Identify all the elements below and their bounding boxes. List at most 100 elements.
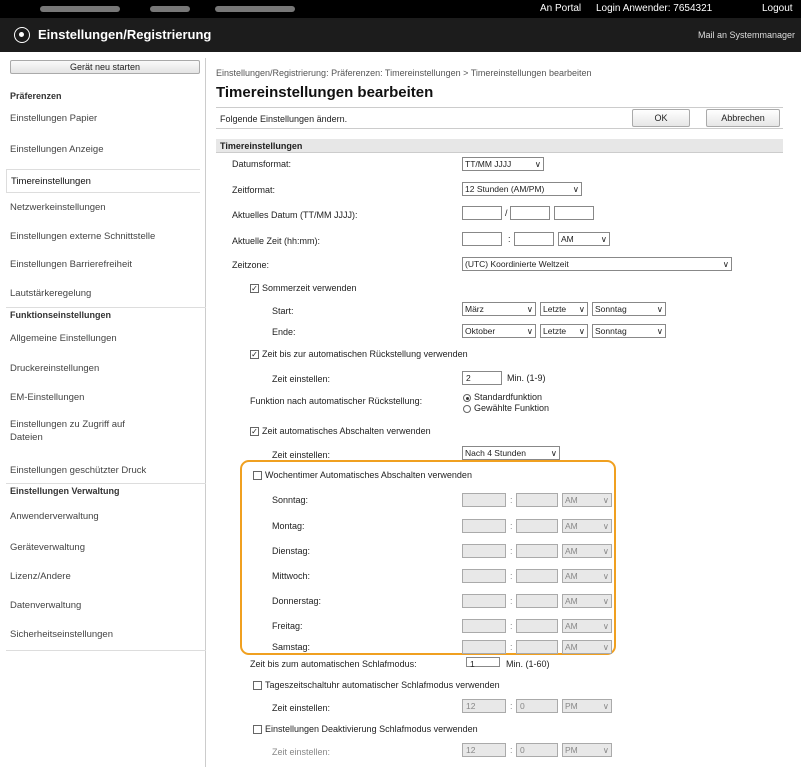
- time-separator: :: [510, 571, 513, 581]
- daily-sleep-hour-input[interactable]: 12: [462, 699, 506, 713]
- sidebar-item-secure-print[interactable]: Einstellungen geschützter Druck: [10, 465, 204, 476]
- sidebar-item-volume[interactable]: Lautstärkeregelung: [10, 288, 204, 299]
- current-date-label: Aktuelles Datum (TT/MM JJJJ):: [232, 210, 358, 220]
- sleep-unit: Min. (1-60): [506, 659, 550, 669]
- portal-link[interactable]: An Portal: [540, 3, 581, 14]
- time-minute-input[interactable]: [514, 232, 554, 246]
- weekday-hour-input[interactable]: [462, 569, 506, 583]
- weekday-label: Freitag:: [272, 621, 303, 631]
- timezone-label: Zeitzone:: [232, 260, 270, 270]
- weekday-ampm-select[interactable]: AM ∨: [562, 594, 612, 608]
- weekday-hour-input[interactable]: [462, 544, 506, 558]
- sidebar-item-external-interface[interactable]: Einstellungen externe Schnittstelle: [10, 231, 204, 242]
- end-week-select[interactable]: Letzte ∨: [540, 324, 588, 338]
- weekday-ampm-select[interactable]: AM ∨: [562, 544, 612, 558]
- time-separator: :: [510, 596, 513, 606]
- login-user: Login Anwender: 7654321: [596, 3, 713, 14]
- sidebar-item-user-management[interactable]: Anwenderverwaltung: [10, 511, 204, 522]
- sidebar-item-network[interactable]: Netzwerkeinstellungen: [10, 202, 204, 213]
- after-reset-label: Funktion nach automatischer Rückstellung…: [250, 396, 423, 406]
- sidebar-item-em[interactable]: EM-Einstellungen: [10, 392, 204, 403]
- daily-sleep-checkbox[interactable]: [253, 681, 262, 690]
- sidebar-item-paper[interactable]: Einstellungen Papier: [10, 113, 204, 124]
- date-day-input[interactable]: [462, 206, 502, 220]
- date-format-label: Datumsformat:: [232, 159, 292, 169]
- restart-button[interactable]: Gerät neu starten: [10, 60, 200, 74]
- time-separator: :: [508, 234, 511, 244]
- obscured-text: [40, 6, 120, 12]
- sidebar-item-license[interactable]: Lizenz/Andere: [10, 571, 204, 582]
- time-hour-input[interactable]: [462, 232, 502, 246]
- weekday-minute-input[interactable]: [516, 594, 558, 608]
- date-format-select[interactable]: TT/MM JJJJ ∨: [462, 157, 544, 171]
- deactivate-sleep-checkbox[interactable]: [253, 725, 262, 734]
- weekday-hour-input[interactable]: [462, 619, 506, 633]
- date-separator: /: [505, 208, 508, 218]
- sidebar-item-security[interactable]: Sicherheitseinstellungen: [10, 629, 204, 640]
- date-month-input[interactable]: [510, 206, 550, 220]
- weekday-minute-input[interactable]: [516, 619, 558, 633]
- auto-reset-checkbox[interactable]: ✓: [250, 350, 259, 359]
- weekday-minute-input[interactable]: [516, 569, 558, 583]
- weekday-ampm-select[interactable]: AM ∨: [562, 640, 612, 654]
- timezone-select[interactable]: (UTC) Koordinierte Weltzeit ∨: [462, 257, 732, 271]
- divider: [6, 483, 206, 484]
- date-year-input[interactable]: [554, 206, 594, 220]
- weekday-ampm-select[interactable]: AM ∨: [562, 519, 612, 533]
- end-month-select[interactable]: Oktober ∨: [462, 324, 536, 338]
- deactivate-sleep-label: Einstellungen Deaktivierung Schlafmodus …: [265, 724, 478, 734]
- title-bar: Einstellungen/Registrierung Mail an Syst…: [0, 18, 801, 52]
- weekday-label: Mittwoch:: [272, 571, 311, 581]
- start-month-select[interactable]: März ∨: [462, 302, 536, 316]
- weekday-hour-input[interactable]: [462, 640, 506, 654]
- weekday-ampm-select[interactable]: AM ∨: [562, 569, 612, 583]
- sidebar-item-device-management[interactable]: Geräteverwaltung: [10, 542, 204, 553]
- sidebar-item-file-access[interactable]: Einstellungen zu Zugriff auf Dateien: [10, 418, 160, 444]
- sidebar-item-general[interactable]: Allgemeine Einstellungen: [10, 333, 204, 344]
- sidebar-item-display[interactable]: Einstellungen Anzeige: [10, 144, 204, 155]
- weekday-label: Donnerstag:: [272, 596, 322, 606]
- weekday-ampm-select[interactable]: AM ∨: [562, 619, 612, 633]
- end-day-select[interactable]: Sonntag ∨: [592, 324, 666, 338]
- settings-logo-icon: [14, 27, 30, 43]
- weekday-label: Dienstag:: [272, 546, 311, 556]
- weekly-timer-label: Wochentimer Automatisches Abschalten ver…: [265, 470, 472, 480]
- time-separator: :: [510, 642, 513, 652]
- time-format-label: Zeitformat:: [232, 185, 276, 195]
- start-day-select[interactable]: Sonntag ∨: [592, 302, 666, 316]
- weekly-timer-checkbox[interactable]: [253, 471, 262, 480]
- dst-checkbox[interactable]: ✓: [250, 284, 259, 293]
- start-week-select[interactable]: Letzte ∨: [540, 302, 588, 316]
- deactivate-minute-input[interactable]: 0: [516, 743, 558, 757]
- daily-sleep-ampm-select[interactable]: PM ∨: [562, 699, 612, 713]
- auto-off-time-select[interactable]: Nach 4 Stunden ∨: [462, 446, 560, 460]
- sidebar-item-accessibility[interactable]: Einstellungen Barrierefreiheit: [10, 259, 204, 270]
- deactivate-ampm-select[interactable]: PM ∨: [562, 743, 612, 757]
- sidebar-item-data-management[interactable]: Datenverwaltung: [10, 600, 204, 611]
- daily-sleep-time-label: Zeit einstellen:: [272, 703, 331, 713]
- weekday-minute-input[interactable]: [516, 640, 558, 654]
- standard-function-radio[interactable]: [463, 394, 471, 402]
- sidebar-item-printer[interactable]: Druckereinstellungen: [10, 363, 204, 374]
- sleep-input[interactable]: 1: [466, 657, 500, 669]
- ok-button[interactable]: OK: [632, 109, 690, 127]
- weekday-hour-input[interactable]: [462, 519, 506, 533]
- cancel-button[interactable]: Abbrechen: [706, 109, 780, 127]
- weekday-minute-input[interactable]: [516, 493, 558, 507]
- sidebar-item-timer[interactable]: Timereinstellungen: [6, 169, 200, 193]
- deactivate-hour-input[interactable]: 12: [462, 743, 506, 757]
- time-ampm-select[interactable]: AM ∨: [558, 232, 610, 246]
- weekday-ampm-select[interactable]: AM ∨: [562, 493, 612, 507]
- weekday-minute-input[interactable]: [516, 519, 558, 533]
- selected-function-label: Gewählte Funktion: [474, 403, 550, 413]
- selected-function-radio[interactable]: [463, 405, 471, 413]
- time-format-select[interactable]: 12 Stunden (AM/PM) ∨: [462, 182, 582, 196]
- weekday-minute-input[interactable]: [516, 544, 558, 558]
- weekday-hour-input[interactable]: [462, 594, 506, 608]
- weekday-hour-input[interactable]: [462, 493, 506, 507]
- logout-link[interactable]: Logout: [762, 3, 793, 14]
- auto-reset-time-input[interactable]: 2: [462, 371, 502, 385]
- mail-link[interactable]: Mail an Systemmanager: [698, 30, 795, 40]
- daily-sleep-minute-input[interactable]: 0: [516, 699, 558, 713]
- auto-off-checkbox[interactable]: ✓: [250, 427, 259, 436]
